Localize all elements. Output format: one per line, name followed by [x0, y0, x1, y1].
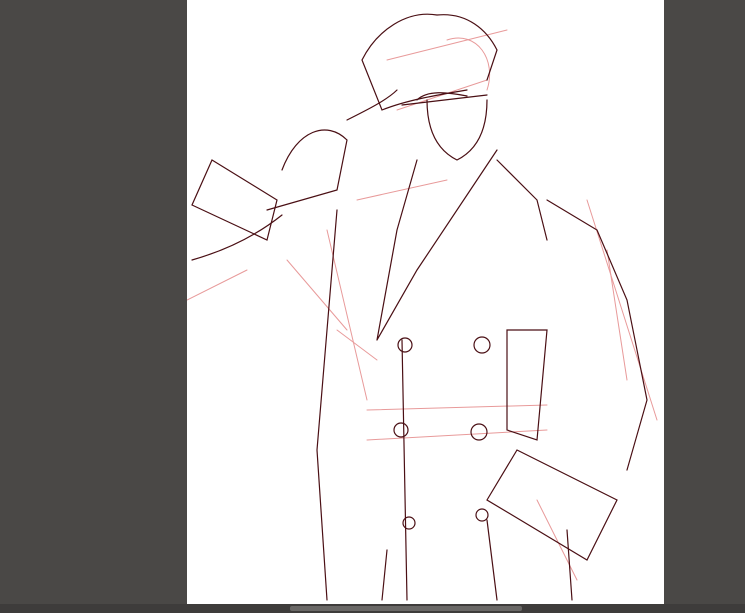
- sketch-artwork: [187, 13, 658, 601]
- horizontal-scrollbar-thumb[interactable]: [290, 606, 522, 611]
- horizontal-scrollbar[interactable]: [0, 604, 745, 613]
- sketch-light-layer: [187, 29, 658, 581]
- drawing-canvas[interactable]: [187, 0, 664, 604]
